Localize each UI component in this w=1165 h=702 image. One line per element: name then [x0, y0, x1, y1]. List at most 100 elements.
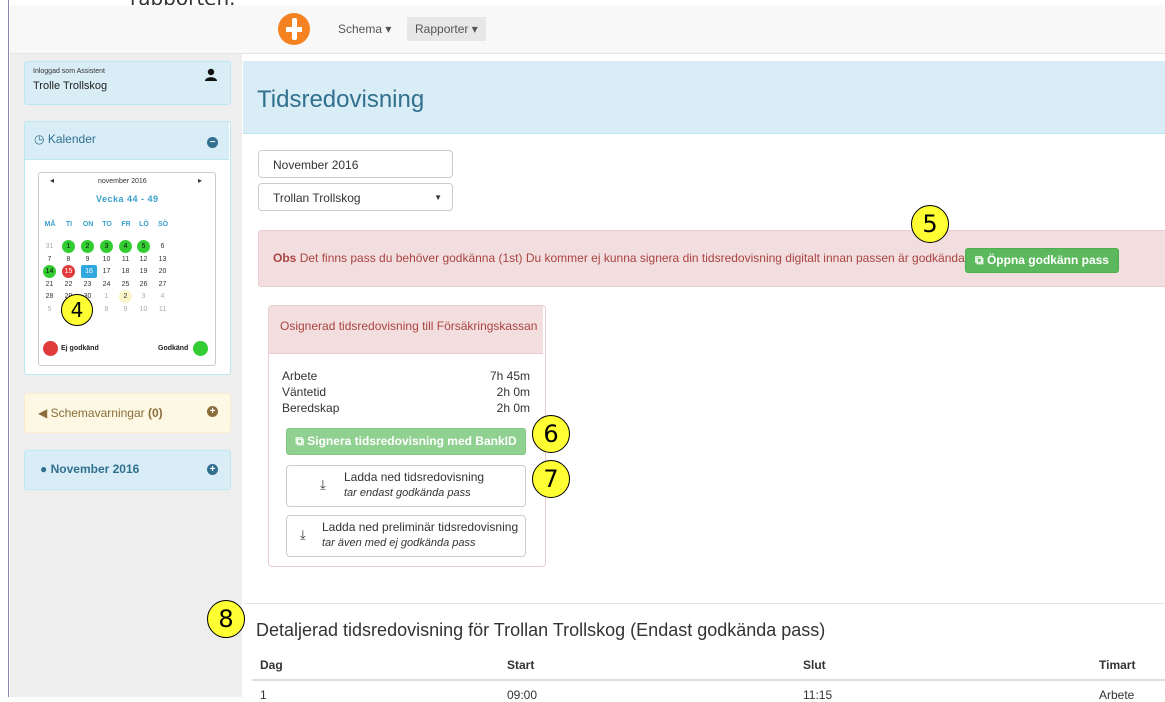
summary-label: Beredskap — [282, 401, 340, 415]
callout-8: 8 — [207, 600, 245, 638]
month-panel-title: ● November 2016 — [40, 462, 139, 476]
calendar-day[interactable]: 9 — [81, 253, 94, 266]
calendar-next-icon[interactable]: ▸ — [198, 176, 202, 185]
calendar-week-label: Vecka 44 - 49 — [96, 194, 159, 204]
table-cell-day: 1 — [260, 688, 267, 702]
calendar-day[interactable]: 25 — [119, 278, 132, 291]
month-input[interactable]: November 2016 — [258, 150, 453, 178]
open-approve-shifts-button[interactable]: ⧉ Öppna godkänn pass — [965, 248, 1119, 273]
calendar-day[interactable]: 28 — [43, 290, 56, 303]
download-report-button[interactable]: ⤓ Ladda ned tidsredovisning tar endast g… — [286, 465, 526, 507]
calendar-day[interactable]: 8 — [100, 303, 113, 316]
calendar-day[interactable]: 2 — [119, 290, 132, 303]
calendar-day[interactable]: 18 — [119, 265, 132, 278]
calendar-day[interactable]: 10 — [100, 253, 113, 266]
calendar-day[interactable]: 20 — [156, 265, 169, 278]
table-cell-type: Arbete — [1099, 688, 1135, 702]
calendar-day[interactable]: 12 — [137, 253, 150, 266]
sign-bankid-label: Signera tidsredovisning med BankID — [307, 434, 517, 448]
page-edge-rule — [8, 0, 9, 697]
external-link-icon: ⧉ — [975, 253, 984, 267]
open-approve-shifts-label: Öppna godkänn pass — [986, 253, 1109, 267]
nav-rapporter-menu[interactable]: Rapporter ▾ — [407, 17, 486, 41]
detail-section-title: Detaljerad tidsredovisning för Trollan T… — [256, 620, 826, 640]
calendar-day[interactable]: 19 — [137, 265, 150, 278]
calendar-weekday: TI — [65, 221, 73, 228]
expand-warnings-icon[interactable]: + — [207, 406, 218, 417]
download-icon: ⤓ — [320, 477, 326, 492]
not-approved-legend-icon — [43, 341, 58, 356]
calendar-day[interactable]: 11 — [119, 253, 132, 266]
calendar-day[interactable]: 7 — [43, 253, 56, 266]
calendar-day[interactable]: 5 — [137, 240, 150, 253]
col-header-start: Start — [507, 658, 535, 672]
summary-label: Väntetid — [282, 385, 327, 399]
summary-value: 2h 0m — [496, 385, 530, 399]
nav-schema-menu[interactable]: Schema ▾ — [330, 17, 399, 41]
calendar-day[interactable]: 3 — [137, 290, 150, 303]
calendar-day[interactable]: 3 — [100, 240, 113, 253]
download-preliminary-button[interactable]: ⤓ Ladda ned preliminär tidsredovisning t… — [286, 515, 526, 557]
calendar-day[interactable]: 22 — [62, 278, 75, 291]
calendar-panel-title: ◷ Kalender — [34, 132, 96, 146]
callout-6: 6 — [532, 415, 570, 453]
chevron-down-icon: ▼ — [434, 193, 442, 202]
table-cell-start: 09:00 — [507, 688, 538, 702]
col-header-type: Timart — [1099, 658, 1136, 672]
calendar-day[interactable]: 8 — [62, 253, 75, 266]
calendar-day[interactable]: 6 — [156, 240, 169, 253]
legend-approved: Godkänd — [158, 345, 189, 352]
calendar-day[interactable]: 5 — [43, 303, 56, 316]
alert-obs: Obs — [273, 251, 297, 265]
approved-legend-icon — [193, 341, 208, 356]
callout-7: 7 — [532, 460, 570, 498]
calendar-weekday: SÖ — [157, 221, 169, 228]
calendar-day[interactable]: 4 — [119, 240, 132, 253]
calendar-day[interactable]: 24 — [100, 278, 113, 291]
page-title: Tidsredovisning — [257, 86, 425, 113]
calendar-day[interactable]: 26 — [137, 278, 150, 291]
calendar-day[interactable]: 17 — [100, 265, 113, 278]
download-preliminary-label: Ladda ned preliminär tidsredovisning — [322, 520, 519, 534]
calendar-day[interactable]: 13 — [156, 253, 169, 266]
calendar-month-label: november 2016 — [98, 178, 147, 185]
calendar-day[interactable]: 23 — [81, 278, 94, 291]
calendar-day[interactable]: 1 — [100, 290, 113, 303]
person-select-value: Trollan Trollskog — [273, 191, 361, 205]
calendar-day[interactable]: 15 — [62, 265, 75, 278]
calendar-weekday: LÖ — [139, 221, 149, 228]
expand-month-icon[interactable]: + — [207, 464, 218, 475]
callout-5: 5 — [911, 205, 949, 243]
schedule-warnings-title: ◀ Schemavarningar (0) — [38, 406, 163, 420]
schedule-warnings-count: (0) — [147, 406, 163, 420]
calendar-day[interactable]: 4 — [156, 290, 169, 303]
calendar-title-text: Kalender — [47, 132, 96, 146]
alert-text: Det finns pass du behöver godkänna (1st)… — [299, 251, 965, 265]
person-select[interactable]: Trollan Trollskog ▼ — [258, 183, 453, 211]
calendar-day[interactable]: 11 — [156, 303, 169, 316]
user-name: Trolle Trollskog — [33, 80, 108, 92]
alert-message: Obs Det finns pass du behöver godkänna (… — [273, 251, 965, 265]
sign-bankid-button[interactable]: ⧉ Signera tidsredovisning med BankID — [286, 428, 526, 455]
clock-icon: ◷ — [34, 132, 45, 146]
calendar-day[interactable]: 14 — [43, 265, 56, 278]
calendar-day[interactable]: 9 — [119, 303, 132, 316]
download-icon: ⤓ — [300, 527, 306, 542]
calendar-day[interactable]: 31 — [43, 240, 56, 253]
top-navbar — [10, 5, 1165, 54]
calendar-day[interactable]: 10 — [137, 303, 150, 316]
calendar-day[interactable]: 27 — [156, 278, 169, 291]
summary-label: Arbete — [282, 369, 318, 383]
collapse-calendar-icon[interactable]: − — [207, 137, 218, 148]
calendar-day[interactable]: 2 — [81, 240, 94, 253]
calendar-day[interactable]: 1 — [62, 240, 75, 253]
month-panel-label: November 2016 — [50, 462, 140, 476]
calendar-day[interactable]: 21 — [43, 278, 56, 291]
calendar-day[interactable]: 16 — [81, 265, 97, 278]
calendar-weekday: FR — [121, 221, 131, 228]
calendar-prev-icon[interactable]: ◂ — [50, 176, 54, 185]
user-role-label: Inloggad som Assistent — [33, 68, 105, 75]
section-divider — [243, 603, 1165, 604]
brand-logo-icon[interactable] — [278, 13, 310, 45]
summary-value: 2h 0m — [496, 401, 530, 415]
